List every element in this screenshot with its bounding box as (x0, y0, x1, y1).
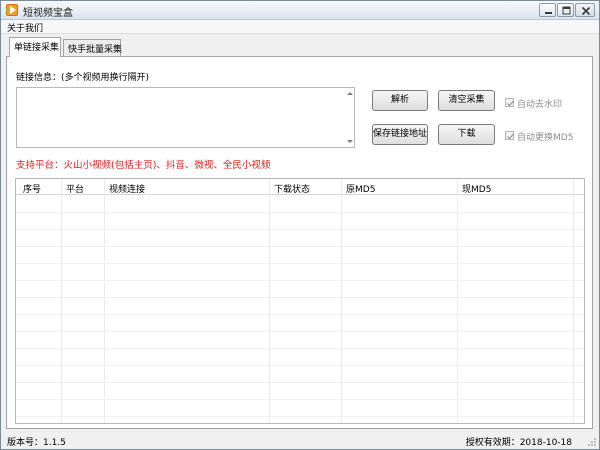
scroll-down-icon[interactable] (347, 140, 353, 143)
tab-single-link[interactable]: 单链接采集 (9, 37, 61, 57)
row-divider (16, 348, 584, 349)
download-button[interactable]: 下载 (438, 124, 495, 145)
window-title: 短视频宝盒 (23, 8, 73, 19)
minimize-button[interactable] (539, 3, 556, 17)
table-header: 序号 平台 视频连接 下载状态 原MD5 现MD5 (16, 179, 584, 195)
change-md5-checkbox[interactable]: 自动更换MD5 (505, 130, 585, 143)
save-link-button[interactable]: 保存链接地址 (372, 124, 428, 145)
row-divider (16, 416, 584, 417)
row-divider (16, 263, 584, 264)
column-divider (269, 179, 270, 423)
link-textarea[interactable] (16, 87, 355, 148)
status-bar: 版本号：1.1.5 授权有效期：2018-10-18 (1, 432, 599, 449)
menu-bar: 关于我们 (1, 20, 599, 34)
remove-watermark-label: 自动去水印 (517, 100, 563, 110)
column-header-platform[interactable]: 平台 (66, 182, 84, 195)
remove-watermark-checkbox[interactable]: 自动去水印 (505, 97, 585, 110)
column-divider (341, 179, 342, 423)
column-header-new-md5[interactable]: 现MD5 (462, 182, 491, 195)
supported-platforms-text: 支持平台：火山小视频(包括主页)、抖音、微视、全民小视频 (16, 160, 271, 171)
row-divider (16, 382, 584, 383)
app-window: 短视频宝盒 关于我们 单链接采集 快手批量采集 链接信息：(多个视频用换行隔开)… (0, 0, 600, 450)
tab-kuaishou-batch[interactable]: 快手批量采集 (63, 39, 122, 56)
row-divider (16, 331, 584, 332)
row-divider (16, 365, 584, 366)
parse-button[interactable]: 解析 (372, 90, 428, 111)
results-table[interactable]: 序号 平台 视频连接 下载状态 原MD5 现MD5 (15, 178, 585, 424)
version-text: 版本号：1.1.5 (7, 438, 66, 448)
maximize-button[interactable] (557, 3, 574, 17)
column-header-video-link[interactable]: 视频连接 (109, 182, 145, 195)
column-header-download-status[interactable]: 下载状态 (274, 182, 310, 195)
row-divider (16, 229, 584, 230)
row-divider (16, 246, 584, 247)
tab-panel: 链接信息：(多个视频用换行隔开) 解析 清空采集 保存链接地址 下载 自动去水印… (6, 56, 593, 429)
link-info-label: 链接信息：(多个视频用换行隔开) (16, 73, 150, 83)
scroll-up-icon[interactable] (347, 92, 353, 95)
column-divider (104, 179, 105, 423)
column-header-index[interactable]: 序号 (23, 182, 41, 195)
row-divider (16, 297, 584, 298)
column-divider (457, 179, 458, 423)
resize-grip-icon[interactable] (587, 437, 597, 447)
change-md5-label: 自动更换MD5 (517, 133, 574, 143)
column-divider (61, 179, 62, 423)
menu-item-about[interactable]: 关于我们 (7, 21, 43, 34)
row-divider (16, 212, 584, 213)
checkbox-box[interactable] (505, 131, 514, 140)
row-divider (16, 280, 584, 281)
column-header-original-md5[interactable]: 原MD5 (346, 182, 375, 195)
checkbox-box[interactable] (505, 98, 514, 107)
row-divider (16, 399, 584, 400)
column-divider (573, 179, 574, 423)
clear-button[interactable]: 清空采集 (438, 90, 495, 111)
row-divider (16, 314, 584, 315)
textarea-scrollbar[interactable] (345, 88, 354, 147)
license-expiry-text: 授权有效期：2018-10-18 (465, 438, 572, 448)
title-bar[interactable]: 短视频宝盒 (1, 1, 599, 20)
app-icon (6, 4, 18, 16)
close-button[interactable] (575, 3, 595, 17)
